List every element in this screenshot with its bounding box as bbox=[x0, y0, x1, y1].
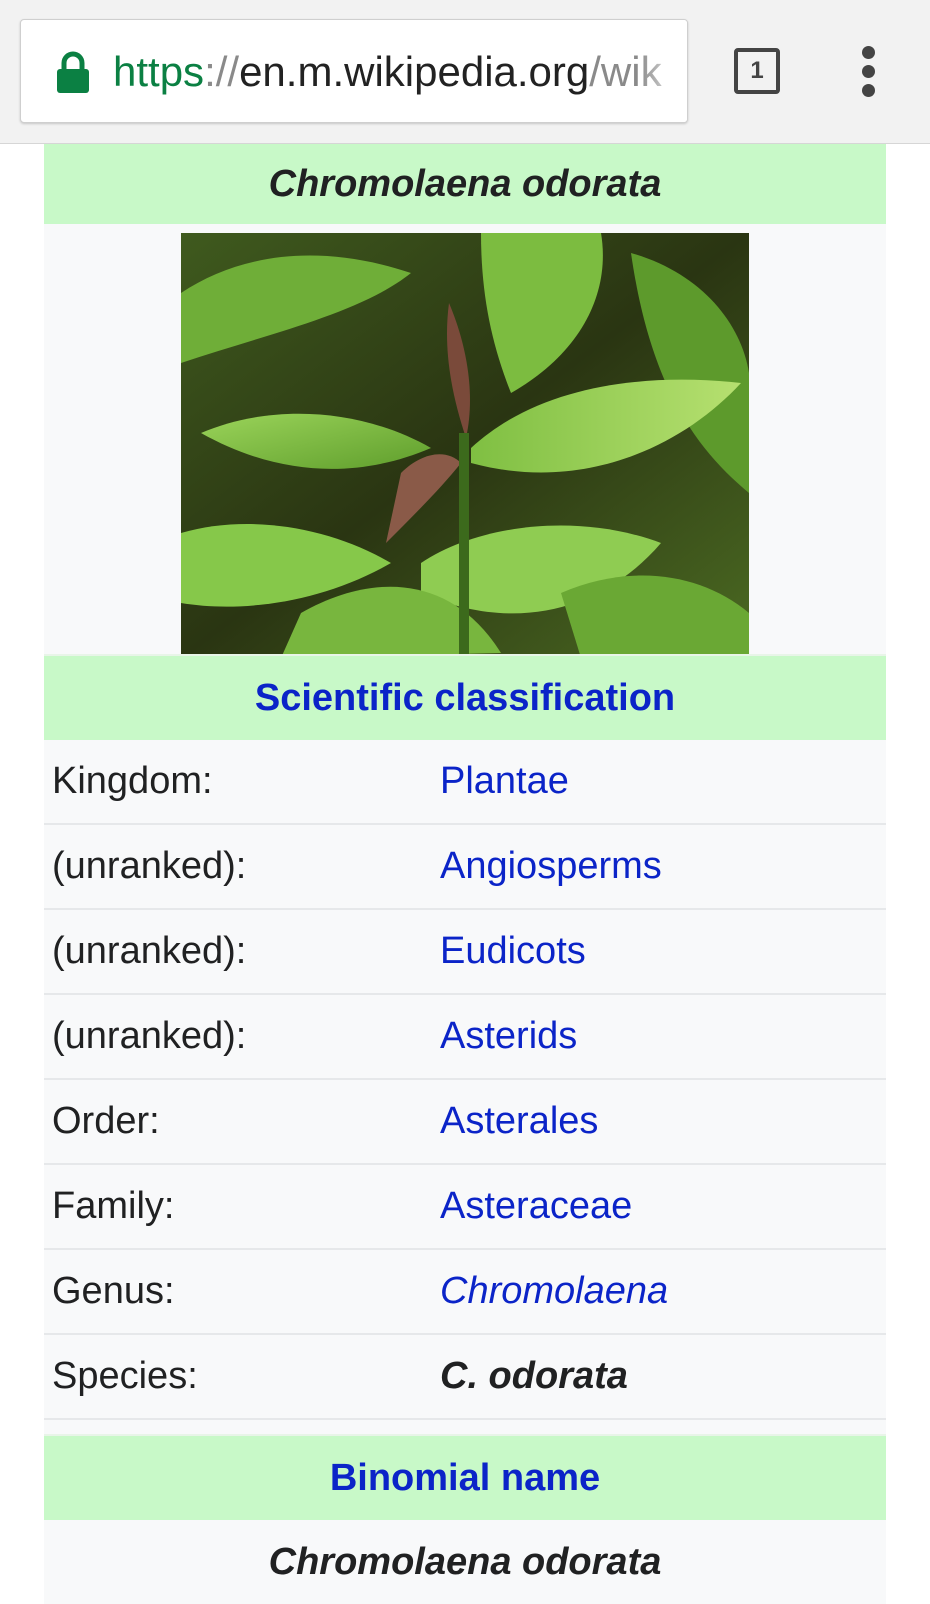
binomial-name: Chromolaena odorata bbox=[268, 1540, 662, 1583]
classification-row-species: Species: C. odorata bbox=[44, 1335, 886, 1420]
binomial-name-heading[interactable]: Binomial name bbox=[44, 1434, 886, 1520]
classification-row-genus: Genus: Chromolaena bbox=[44, 1250, 886, 1335]
classification-link-asteraceae[interactable]: Asteraceae bbox=[440, 1165, 632, 1248]
classification-label: (unranked): bbox=[52, 845, 247, 887]
scientific-classification-heading[interactable]: Scientific classification bbox=[44, 654, 886, 740]
classification-label: Order: bbox=[52, 1100, 160, 1142]
classification-row-unranked-3: (unranked): Asterids bbox=[44, 995, 886, 1080]
url-text: https://en.m.wikipedia.org/wik bbox=[113, 48, 662, 95]
classification-label: Species: bbox=[52, 1355, 198, 1397]
species-name: C. odorata bbox=[440, 1355, 628, 1397]
classification-link-asterids[interactable]: Asterids bbox=[440, 995, 577, 1078]
plant-photo[interactable] bbox=[181, 233, 749, 658]
address-bar[interactable]: https://en.m.wikipedia.org/wik bbox=[20, 19, 688, 123]
lock-icon bbox=[57, 51, 89, 93]
classification-link-plantae[interactable]: Plantae bbox=[440, 740, 569, 823]
classification-link-eudicots[interactable]: Eudicots bbox=[440, 910, 586, 993]
classification-link-angiosperms[interactable]: Angiosperms bbox=[440, 825, 662, 908]
classification-label: (unranked): bbox=[52, 930, 247, 972]
classification-link-asterales[interactable]: Asterales bbox=[440, 1080, 598, 1163]
classification-row-family: Family: Asteraceae bbox=[44, 1165, 886, 1250]
classification-row-kingdom: Kingdom: Plantae bbox=[44, 740, 886, 825]
tab-count: 1 bbox=[734, 48, 780, 94]
tab-switcher-button[interactable]: 1 bbox=[732, 46, 782, 96]
url-fade bbox=[639, 20, 687, 122]
taxobox: Chromolaena odorata Scientific classific… bbox=[44, 144, 886, 1604]
classification-row-unranked-1: (unranked): Angiosperms bbox=[44, 825, 886, 910]
browser-toolbar: https://en.m.wikipedia.org/wik 1 bbox=[0, 0, 930, 144]
classification-label: Family: bbox=[52, 1185, 175, 1227]
taxobox-title: Chromolaena odorata bbox=[44, 144, 886, 224]
classification-label: Kingdom: bbox=[52, 760, 213, 802]
classification-row-order: Order: Asterales bbox=[44, 1080, 886, 1165]
classification-label: (unranked): bbox=[52, 1015, 247, 1057]
classification-row-unranked-2: (unranked): Eudicots bbox=[44, 910, 886, 995]
more-vert-icon[interactable] bbox=[854, 44, 884, 100]
classification-label: Genus: bbox=[52, 1270, 175, 1312]
classification-link-chromolaena[interactable]: Chromolaena bbox=[440, 1250, 668, 1333]
